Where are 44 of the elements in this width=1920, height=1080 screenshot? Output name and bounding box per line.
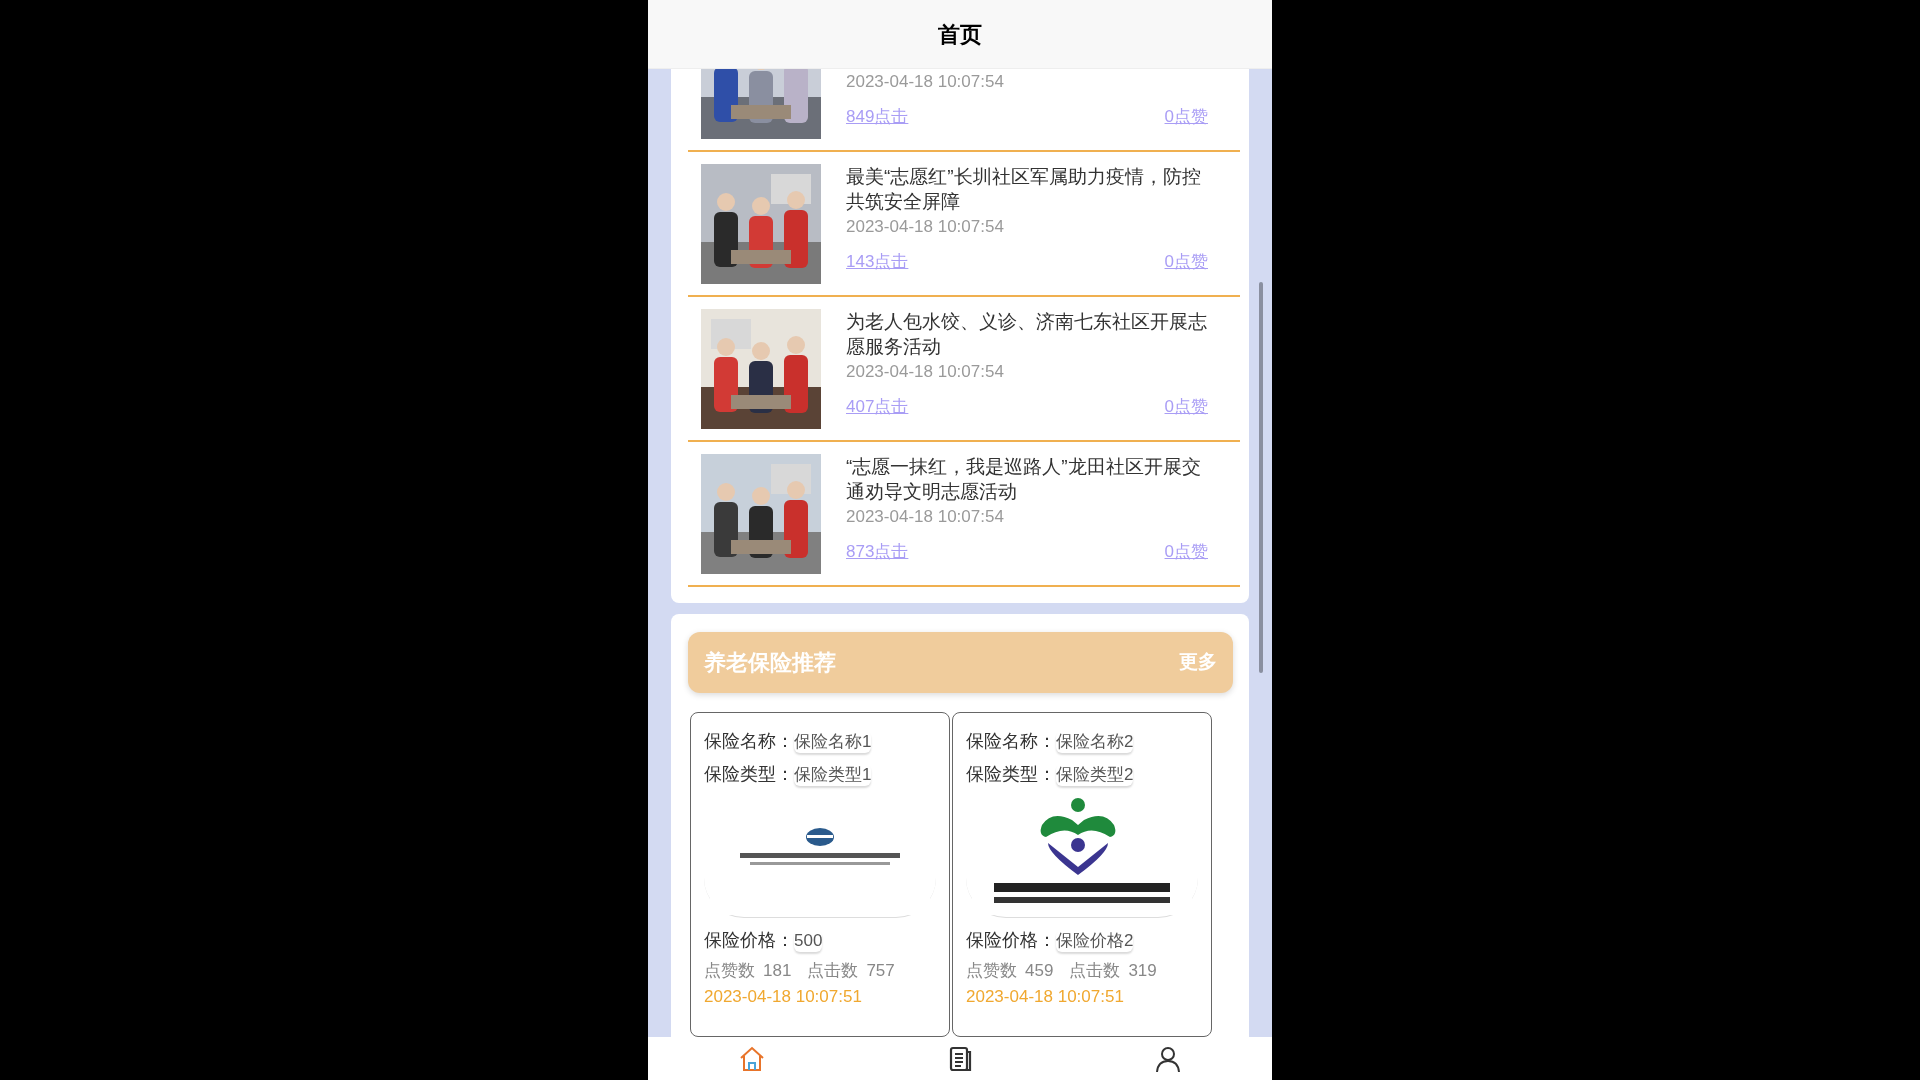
like-count-link[interactable]: 0点赞: [1164, 394, 1208, 420]
news-title[interactable]: “志愿一抹红，我是巡路人”龙田社区开展交通劝导文明志愿活动: [846, 454, 1208, 504]
insurance-date: 2023-04-18 10:07:51: [704, 986, 863, 1008]
more-link[interactable]: 更多: [1179, 648, 1217, 677]
field-value: 保险类型1: [794, 763, 872, 786]
home-icon: [738, 1044, 766, 1073]
like-count-link[interactable]: 0点赞: [1164, 539, 1208, 565]
field-value: 保险名称1: [794, 730, 872, 753]
field-label: 保险价格：: [966, 929, 1056, 952]
like-count-label: 点赞数: [704, 960, 755, 983]
like-count: 459: [1025, 960, 1054, 983]
field-value: 500: [794, 929, 823, 952]
click-count-link[interactable]: 849点击: [846, 104, 909, 130]
field-value: 保险价格2: [1056, 929, 1134, 952]
news-date: 2023-04-18 10:07:54: [846, 361, 1005, 383]
field-label: 保险名称：: [704, 730, 794, 753]
click-count-link[interactable]: 873点击: [846, 539, 909, 565]
section-title: 养老保险推荐: [704, 649, 836, 677]
click-count-label: 点击数: [807, 960, 859, 983]
click-count-label: 点击数: [1069, 960, 1121, 983]
page-title: 首页: [938, 20, 982, 49]
insurance-card[interactable]: 保险名称：保险名称1 保险类型：保险类型1 保险价格：500 点赞数 181 点击数 757 2023-04-18 10:07:51: [690, 712, 950, 1037]
news-title[interactable]: 为老人包水饺、义诊、济南七东社区开展志愿服务活动: [846, 309, 1208, 359]
like-count-link[interactable]: 0点赞: [1164, 249, 1208, 275]
field-label: 保险类型：: [966, 763, 1056, 786]
insurance-date: 2023-04-18 10:07:51: [966, 986, 1125, 1008]
field-label: 保险类型：: [704, 763, 794, 786]
news-date: 2023-04-18 10:07:54: [846, 506, 1005, 528]
field-label: 保险名称：: [966, 730, 1056, 753]
field-value: 保险名称2: [1056, 730, 1134, 753]
click-count-link[interactable]: 143点击: [846, 249, 909, 275]
like-count: 181: [763, 960, 792, 983]
news-date: 2023-04-18 10:07:54: [846, 216, 1005, 238]
user-icon: [1154, 1044, 1182, 1073]
field-label: 保险价格：: [704, 929, 794, 952]
news-title[interactable]: 最美“志愿红”长圳社区军属助力疫情，防控共筑安全屏障: [846, 164, 1208, 214]
insurance-card[interactable]: 保险名称：保险名称2 保险类型：保险类型2 保险价格：保险价格2 点赞数 459 点击数 319 2023-04-18 10:07:51: [952, 712, 1212, 1037]
news-date: 2023-04-18 10:07:54: [846, 71, 1005, 93]
like-count-label: 点赞数: [966, 960, 1017, 983]
click-count: 757: [866, 960, 895, 983]
like-count-link[interactable]: 0点赞: [1164, 104, 1208, 130]
click-count: 319: [1128, 960, 1157, 983]
click-count-link[interactable]: 407点击: [846, 394, 909, 420]
field-value: 保险类型2: [1056, 763, 1134, 786]
